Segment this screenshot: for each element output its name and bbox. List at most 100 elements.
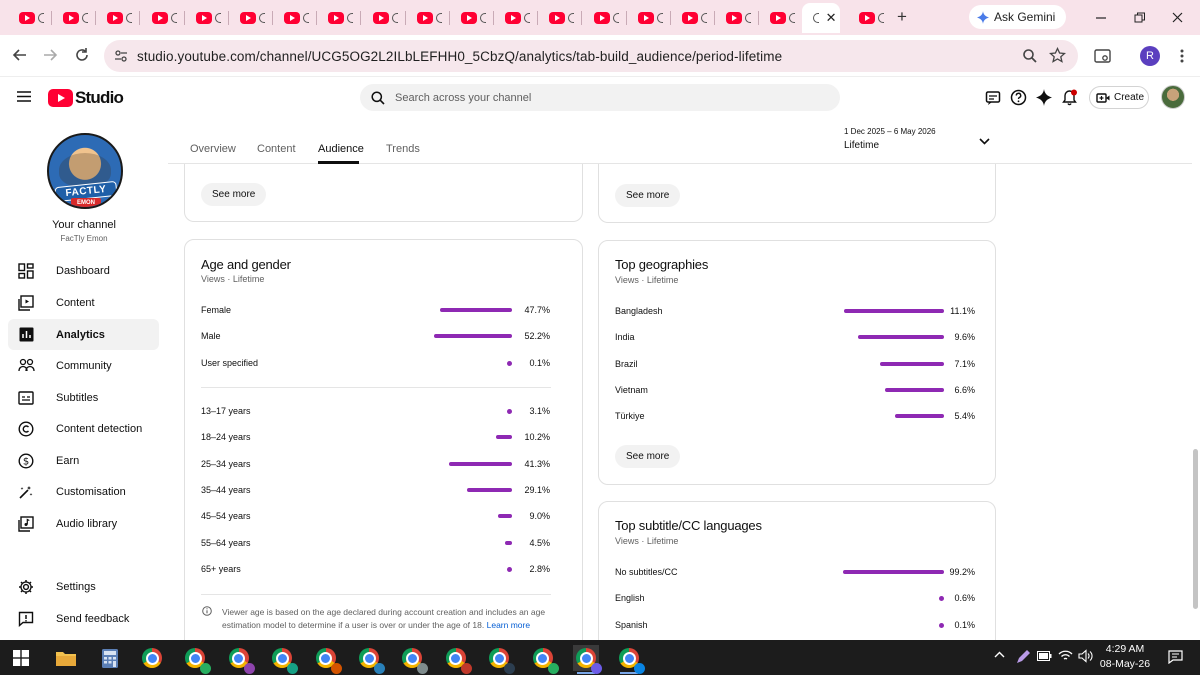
sidebar-item-audio-library[interactable]: Audio library <box>8 508 159 539</box>
sidebar-item-community[interactable]: Community <box>8 350 159 381</box>
site-info-icon[interactable] <box>114 49 128 63</box>
restore-window-icon[interactable] <box>1134 12 1146 24</box>
search-input[interactable]: Search across your channel <box>395 92 531 104</box>
browser-tab[interactable] <box>497 3 537 33</box>
browser-tab[interactable] <box>718 3 758 33</box>
sidebar-item-content[interactable]: Content <box>8 287 159 318</box>
browser-tab[interactable] <box>55 3 95 33</box>
chrome-profile-icon[interactable] <box>313 645 342 674</box>
search-icon[interactable] <box>371 90 385 105</box>
sidebar-item-customisation[interactable]: Customisation <box>8 476 159 507</box>
page-scrollbar[interactable] <box>1192 119 1200 640</box>
notifications-bell-icon[interactable] <box>1061 89 1078 106</box>
tab-audience[interactable]: Audience <box>318 143 364 155</box>
channel-avatar[interactable]: FACTLY EMON <box>47 133 123 209</box>
reload-icon[interactable] <box>72 45 92 65</box>
browser-tab[interactable] <box>630 3 670 33</box>
chevron-down-icon[interactable] <box>979 138 990 145</box>
tab-trends[interactable]: Trends <box>386 143 420 155</box>
address-bar[interactable]: studio.youtube.com/channel/UCG5OG2L2ILbL… <box>104 40 1078 72</box>
show-hidden-icons[interactable] <box>994 651 1005 658</box>
chrome-profile-icon[interactable] <box>486 645 516 674</box>
tab-label-fragment <box>214 13 221 23</box>
sidebar-item-settings[interactable]: Settings <box>8 571 159 602</box>
browser-tab[interactable] <box>144 3 184 33</box>
chrome-profile-icon[interactable] <box>399 645 429 674</box>
period-selector[interactable]: 1 Dec 2025 – 6 May 2026 Lifetime <box>844 127 999 157</box>
zoom-icon[interactable] <box>1022 48 1038 64</box>
sidebar-item-dashboard[interactable]: Dashboard <box>8 255 159 286</box>
message-icon[interactable] <box>985 90 1001 106</box>
url-text[interactable]: studio.youtube.com/channel/UCG5OG2L2ILbL… <box>137 49 782 64</box>
close-tab-icon[interactable]: ✕ <box>826 10 837 26</box>
sidebar-item-earn[interactable]: $ Earn <box>8 445 159 476</box>
learn-more-link[interactable]: Learn more <box>487 620 530 630</box>
file-explorer-icon[interactable] <box>53 645 79 671</box>
wifi-icon[interactable] <box>1058 649 1073 662</box>
browser-tab[interactable] <box>11 3 51 33</box>
browser-menu-icon[interactable] <box>1172 46 1192 66</box>
chrome-profile-icon[interactable] <box>269 645 299 674</box>
studio-logo[interactable]: Studio <box>48 88 124 108</box>
tab-overview[interactable]: Overview <box>190 143 236 155</box>
browser-tab[interactable] <box>188 3 228 33</box>
clock[interactable]: 4:29 AM 08-May-26 <box>1094 643 1156 670</box>
card-subtitle: Views · Lifetime <box>615 275 679 285</box>
gemini-sparkle-icon[interactable] <box>1036 89 1052 106</box>
browser-tab[interactable] <box>453 3 493 33</box>
browser-tab[interactable] <box>99 3 139 33</box>
see-more-button[interactable]: See more <box>615 445 681 468</box>
channel-title: Your channel <box>52 219 116 231</box>
sidebar-item-analytics[interactable]: Analytics <box>8 319 159 350</box>
browser-tab[interactable] <box>232 3 272 33</box>
ask-gemini-button[interactable]: Ask Gemini <box>969 5 1066 29</box>
pen-icon[interactable] <box>1015 649 1031 665</box>
create-button[interactable]: Create <box>1089 86 1149 109</box>
forward-icon[interactable] <box>40 45 60 65</box>
account-avatar[interactable] <box>1161 85 1185 109</box>
tab-content[interactable]: Content <box>257 143 296 155</box>
browser-tab[interactable] <box>851 3 891 33</box>
bookmark-star-icon[interactable] <box>1049 47 1066 64</box>
minimize-window-icon[interactable] <box>1095 12 1107 24</box>
sidebar-item-send-feedback[interactable]: Send feedback <box>8 603 159 634</box>
browser-tab[interactable] <box>409 3 449 33</box>
new-tab-icon[interactable]: + <box>897 7 907 27</box>
browser-tab[interactable] <box>276 3 316 33</box>
battery-icon[interactable] <box>1037 651 1052 661</box>
browser-tab[interactable] <box>762 3 802 33</box>
back-icon[interactable] <box>10 45 30 65</box>
browser-tab[interactable]: ✕ <box>801 3 840 33</box>
chrome-profile-icon[interactable] <box>573 645 602 674</box>
volume-icon[interactable] <box>1078 649 1094 663</box>
browser-tab[interactable] <box>365 3 405 33</box>
channel-search-bar[interactable]: Search across your channel <box>360 84 840 111</box>
browser-profile-avatar[interactable]: R <box>1140 46 1160 66</box>
row-value: 0.6% <box>954 593 975 604</box>
see-more-button[interactable]: See more <box>615 184 681 207</box>
chrome-profile-icon[interactable] <box>443 645 472 674</box>
hamburger-menu-icon[interactable] <box>17 91 31 102</box>
calculator-icon[interactable] <box>97 645 123 671</box>
chrome-profile-icon[interactable] <box>356 645 385 674</box>
reading-mode-icon[interactable] <box>1092 46 1112 66</box>
start-icon[interactable] <box>8 645 34 671</box>
active-tab-indicator <box>318 161 359 164</box>
youtube-favicon-icon <box>593 12 610 24</box>
chrome-profile-icon[interactable] <box>226 645 255 674</box>
browser-tab[interactable] <box>586 3 626 33</box>
sidebar-item-subtitles[interactable]: Subtitles <box>8 382 159 413</box>
browser-tab[interactable] <box>674 3 714 33</box>
see-more-button[interactable]: See more <box>201 183 267 206</box>
chrome-icon[interactable] <box>139 645 165 671</box>
chrome-profile-icon[interactable] <box>530 645 559 674</box>
sidebar-item-content-detection[interactable]: Content detection <box>8 413 159 444</box>
browser-tab[interactable] <box>320 3 360 33</box>
help-icon[interactable] <box>1010 89 1027 106</box>
scrollbar-thumb[interactable] <box>1193 449 1198 609</box>
chrome-profile-icon[interactable] <box>182 645 212 674</box>
browser-tab[interactable] <box>541 3 581 33</box>
notification-center-icon[interactable] <box>1168 650 1183 664</box>
chrome-profile-icon[interactable] <box>616 645 646 674</box>
close-window-icon[interactable] <box>1172 12 1184 24</box>
